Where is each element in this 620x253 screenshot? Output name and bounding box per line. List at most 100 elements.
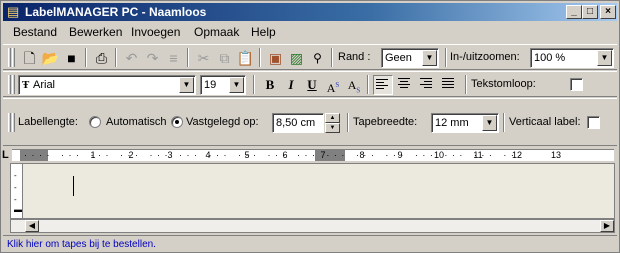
fixed-length-label[interactable]: Vastgelegd op:	[186, 116, 259, 129]
align-left-icon	[376, 79, 390, 92]
align-left-button[interactable]	[373, 75, 393, 95]
subscript-button[interactable]: AS	[344, 75, 364, 95]
toolbar-separator	[253, 75, 255, 94]
zoom-value: 100 %	[534, 52, 566, 64]
vertical-label-checkbox[interactable]	[587, 116, 600, 129]
underline-button[interactable]: U	[302, 75, 322, 95]
italic-button[interactable]: I	[281, 75, 301, 95]
spin-up-icon[interactable]: ▲	[325, 113, 340, 123]
menu-bar: Bestand Bewerken Invoegen Opmaak Help	[3, 23, 617, 42]
status-bar: Klik hier om tapes bij te bestellen.	[3, 235, 617, 251]
tape-width-select[interactable]: 12 mm ▼	[431, 113, 499, 133]
scroll-right-icon[interactable]: ▶	[600, 220, 614, 232]
toolbar-grip[interactable]	[8, 75, 11, 94]
title-bar[interactable]: ▤ LabelMANAGER PC - Naamloos _ □ ×	[3, 3, 617, 21]
fixed-length-radio[interactable]	[171, 116, 183, 128]
menu-bewerken[interactable]: Bewerken	[69, 25, 122, 40]
save-icon[interactable]: ■	[61, 48, 82, 68]
clipart-icon[interactable]: ▨	[286, 48, 307, 68]
wrap-checkbox[interactable]	[570, 78, 583, 91]
dropdown-arrow-icon[interactable]: ▼	[229, 77, 244, 93]
auto-length-label[interactable]: Automatisch	[106, 116, 167, 129]
align-right-button[interactable]	[417, 75, 437, 95]
toolbar-separator	[367, 75, 369, 94]
close-button[interactable]: ×	[600, 5, 616, 19]
align-right-icon	[420, 78, 434, 91]
toolbar-grip[interactable]	[12, 113, 15, 132]
toolbar-separator	[347, 113, 349, 132]
vruler-tick: -	[14, 195, 17, 204]
cut-icon[interactable]: ✂	[193, 48, 214, 68]
print-icon[interactable]: ⎙	[91, 48, 112, 68]
label-length-value: 8,50 cm	[276, 117, 316, 129]
scroll-left-icon[interactable]: ◀	[25, 220, 39, 232]
ruler-number: 12	[511, 150, 523, 160]
align-justify-button[interactable]	[439, 75, 459, 95]
new-icon[interactable]: 🗋	[19, 48, 40, 68]
ruler-number: 7	[320, 150, 326, 160]
redo-icon[interactable]: ↷	[142, 48, 163, 68]
border-select[interactable]: Geen ▼	[381, 48, 439, 68]
dropdown-arrow-icon[interactable]: ▼	[597, 50, 612, 66]
maximize-button[interactable]: □	[582, 5, 598, 19]
toolbar-grip[interactable]	[8, 48, 11, 67]
label-editor[interactable]: - - - ▬	[10, 163, 615, 219]
superscript-button[interactable]: AS	[323, 75, 343, 95]
border-value: Geen	[385, 52, 412, 64]
menu-opmaak[interactable]: Opmaak	[194, 25, 239, 40]
ruler-ticks: · · · · · · · · · · · · · · · · · · · · …	[10, 150, 523, 160]
copy-icon[interactable]: ⧉	[214, 48, 235, 68]
open-icon[interactable]: 📂	[40, 48, 61, 68]
align-center-button[interactable]	[395, 75, 415, 95]
format-painter-icon[interactable]: ≡	[163, 48, 184, 68]
dropdown-arrow-icon[interactable]: ▼	[422, 50, 437, 66]
toolbar-grip[interactable]	[12, 48, 15, 67]
tape-width-label: Tapebreedte:	[353, 116, 418, 128]
bold-button[interactable]: B	[260, 75, 280, 95]
toolbar-grip[interactable]	[8, 113, 11, 132]
minimize-button[interactable]: _	[566, 5, 582, 19]
menu-bestand[interactable]: Bestand	[13, 25, 57, 40]
undo-icon[interactable]: ↶	[121, 48, 142, 68]
standard-toolbar: 🗋 📂 ■ ⎙ ↶ ↷ ≡ ✂ ⧉ 📋 ▣ ▨ ⚲ Rand : Geen ▼ …	[3, 44, 617, 70]
symbols-icon[interactable]: ⚲	[307, 48, 328, 68]
menu-help[interactable]: Help	[251, 25, 276, 40]
window-title: LabelMANAGER PC - Naamloos	[25, 5, 207, 19]
horizontal-ruler[interactable]: L · · · · · · · · · · · · · · · · · · · …	[2, 149, 614, 161]
label-length-input[interactable]: 8,50 cm ▲ ▼	[272, 113, 340, 133]
menu-invoegen[interactable]: Invoegen	[131, 25, 180, 40]
spin-down-icon[interactable]: ▼	[325, 123, 340, 133]
auto-length-radio[interactable]	[89, 116, 101, 128]
zoom-label: In-/uitzoomen:	[450, 51, 520, 63]
ruler-number: 1	[90, 150, 96, 160]
order-tapes-link[interactable]: Klik hier om tapes bij te bestellen.	[7, 238, 156, 251]
vertical-label-label: Verticaal label:	[509, 116, 581, 128]
ruler-number: 2	[128, 150, 134, 160]
vruler-tick: -	[14, 183, 17, 192]
app-icon: ▤	[7, 4, 20, 19]
subscript-mark: S	[356, 86, 361, 95]
label-toolbar: Labellengte: Automatisch Vastgelegd op: …	[3, 98, 617, 146]
border-label: Rand :	[338, 51, 371, 63]
toolbar-grip[interactable]	[12, 75, 15, 94]
font-select[interactable]: Ŧ Arial ▼	[18, 75, 196, 95]
zoom-select[interactable]: 100 % ▼	[530, 48, 614, 68]
ruler-number: 8	[359, 150, 365, 160]
length-spinner[interactable]: ▲ ▼	[325, 113, 340, 133]
horizontal-scrollbar[interactable]: ◀ ▶	[10, 219, 615, 233]
vruler-marker: ▬	[14, 205, 22, 214]
ruler-number: 5	[244, 150, 250, 160]
align-justify-icon	[442, 78, 456, 91]
format-toolbar: Ŧ Arial ▼ 19 ▼ B I U AS AS Tekstomloop:	[3, 71, 617, 97]
toolbar-separator	[445, 48, 447, 67]
wrap-label: Tekstomloop:	[471, 78, 536, 90]
paste-icon[interactable]: 📋	[235, 48, 256, 68]
font-size-select[interactable]: 19 ▼	[200, 75, 246, 95]
toolbar-separator	[465, 75, 467, 94]
toolbar-separator	[115, 48, 117, 67]
insert-image-icon[interactable]: ▣	[265, 48, 286, 68]
ruler-number: 9	[397, 150, 403, 160]
dropdown-arrow-icon[interactable]: ▼	[482, 115, 497, 131]
dropdown-arrow-icon[interactable]: ▼	[179, 77, 194, 93]
toolbar-separator	[259, 48, 261, 67]
